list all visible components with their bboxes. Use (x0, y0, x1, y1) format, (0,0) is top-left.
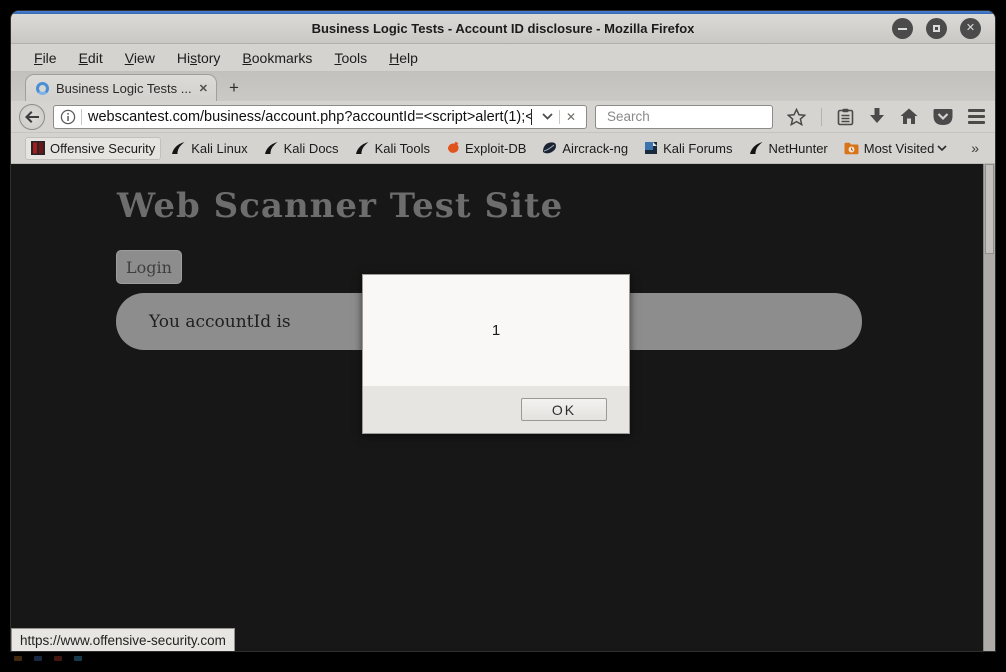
alert-dialog: 1 OK (362, 274, 630, 434)
ok-button[interactable]: OK (521, 398, 607, 421)
titlebar[interactable]: Business Logic Tests - Account ID disclo… (11, 14, 995, 44)
toolbar-separator (821, 108, 822, 126)
alert-message: 1 (363, 275, 629, 386)
bookmark-exploit-db[interactable]: Exploit-DB (440, 137, 532, 160)
site-info-icon[interactable] (60, 109, 81, 125)
bookmark-label: Kali Forums (663, 141, 732, 156)
window-controls: ✕ (892, 14, 981, 43)
chevron-down-icon (542, 113, 553, 120)
maximize-icon (933, 25, 940, 32)
toolbar-icons (781, 108, 985, 126)
menubar: File Edit View History Bookmarks Tools H… (11, 44, 995, 72)
offensive-security-icon (31, 141, 45, 155)
minimize-icon (898, 28, 907, 30)
new-tab-button[interactable]: + (217, 78, 251, 101)
hamburger-menu-button[interactable] (968, 109, 985, 124)
url-input[interactable] (88, 109, 531, 125)
stop-button[interactable]: ✕ (559, 110, 582, 124)
kali-dragon-icon (355, 141, 370, 155)
close-button[interactable]: ✕ (960, 18, 981, 39)
minimize-button[interactable] (892, 18, 913, 39)
bookmark-most-visited[interactable]: Most Visited (838, 137, 954, 160)
kali-dragon-icon (171, 141, 186, 155)
bookmark-label: Aircrack-ng (562, 141, 628, 156)
bookmark-kali-docs[interactable]: Kali Docs (258, 137, 345, 160)
chevron-down-icon (937, 145, 947, 151)
alert-footer: OK (363, 386, 629, 433)
tab-title: Business Logic Tests ... (56, 81, 192, 96)
scrollbar-thumb[interactable] (985, 164, 994, 254)
bookmark-label: Kali Docs (284, 141, 339, 156)
tab-close-icon[interactable]: ✕ (199, 82, 208, 95)
vertical-scrollbar[interactable] (983, 164, 995, 651)
menu-edit[interactable]: Edit (68, 47, 114, 69)
back-button[interactable] (19, 104, 45, 130)
text-caret (531, 109, 532, 125)
login-button[interactable]: Login (116, 250, 182, 284)
tab-business-logic-tests[interactable]: Business Logic Tests ... ✕ (25, 74, 217, 101)
bookmark-label: Exploit-DB (465, 141, 526, 156)
aircrack-ng-icon (542, 141, 557, 155)
bookmark-offensive-security[interactable]: Offensive Security (25, 137, 161, 160)
home-button[interactable] (900, 108, 918, 125)
bookmark-nethunter[interactable]: NetHunter (743, 137, 834, 160)
taskbar-remnants (14, 656, 82, 661)
status-link-tooltip: https://www.offensive-security.com (11, 628, 235, 651)
url-divider (81, 109, 82, 125)
bookmark-star-button[interactable] (787, 108, 806, 126)
window-title: Business Logic Tests - Account ID disclo… (312, 21, 695, 36)
menu-file[interactable]: File (23, 47, 68, 69)
back-arrow-icon (25, 111, 39, 123)
page-content: Web Scanner Test Site Login You accountI… (11, 164, 995, 651)
menu-help[interactable]: Help (378, 47, 429, 69)
url-dropdown-button[interactable] (536, 113, 559, 120)
star-icon (787, 108, 806, 126)
kali-forums-icon (644, 141, 658, 155)
close-icon: ✕ (966, 23, 975, 34)
hamburger-icon (968, 109, 985, 112)
pocket-button[interactable] (933, 108, 953, 126)
home-icon (900, 108, 918, 125)
exploit-db-icon (446, 141, 460, 155)
navigation-bar: ✕ (11, 101, 995, 133)
url-bar[interactable]: ✕ (53, 105, 587, 129)
bookmarks-toolbar: Offensive Security Kali Linux Kali Docs … (11, 133, 995, 164)
bookmarks-overflow-button[interactable]: » (967, 140, 983, 156)
menu-view[interactable]: View (114, 47, 166, 69)
maximize-button[interactable] (926, 18, 947, 39)
download-arrow-icon (869, 108, 885, 125)
library-button[interactable] (837, 108, 854, 126)
tab-bar: Business Logic Tests ... ✕ + (11, 72, 995, 101)
bookmark-label: Most Visited (864, 141, 935, 156)
bookmark-label: Offensive Security (50, 141, 155, 156)
bookmark-kali-forums[interactable]: Kali Forums (638, 137, 738, 160)
tab-favicon-icon (36, 82, 49, 95)
bookmark-label: NetHunter (769, 141, 828, 156)
pocket-icon (933, 108, 953, 126)
menu-history[interactable]: History (166, 47, 232, 69)
search-input[interactable] (607, 109, 784, 124)
firefox-window: Business Logic Tests - Account ID disclo… (10, 10, 996, 652)
bookmark-label: Kali Tools (375, 141, 430, 156)
search-bar[interactable] (595, 105, 773, 129)
most-visited-folder-icon (844, 142, 859, 155)
kali-dragon-icon (749, 141, 764, 155)
page-title: Web Scanner Test Site (117, 186, 563, 226)
kali-dragon-icon (264, 141, 279, 155)
bookmark-kali-tools[interactable]: Kali Tools (349, 137, 436, 160)
bookmark-aircrack-ng[interactable]: Aircrack-ng (536, 137, 634, 160)
library-icon (837, 108, 854, 126)
menu-tools[interactable]: Tools (323, 47, 378, 69)
bookmark-kali-linux[interactable]: Kali Linux (165, 137, 253, 160)
menu-bookmarks[interactable]: Bookmarks (231, 47, 323, 69)
bookmark-label: Kali Linux (191, 141, 247, 156)
downloads-button[interactable] (869, 108, 885, 125)
